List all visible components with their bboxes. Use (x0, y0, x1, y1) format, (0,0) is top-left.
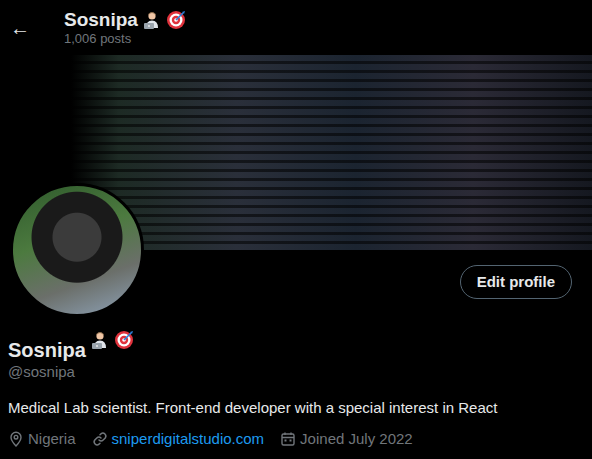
avatar-image[interactable] (10, 183, 144, 317)
target-icon (114, 330, 134, 350)
link-icon (92, 431, 108, 447)
handle: @sosnipa (8, 362, 584, 382)
meta-text: Nigeria (28, 429, 76, 449)
meta-link[interactable]: sniperdigitalstudio.com (92, 429, 265, 449)
bio: Medical Lab scientist. Front-end develop… (8, 398, 584, 418)
post-count: 1,006 posts (64, 31, 186, 47)
meta-location: Nigeria (8, 429, 76, 449)
display-name: Sosnipa (8, 338, 86, 362)
meta-text: Joined July 2022 (300, 429, 413, 449)
edit-profile-button[interactable]: Edit profile (460, 265, 572, 299)
calendar-icon (280, 431, 296, 447)
technologist-icon (90, 330, 110, 350)
header-name: Sosnipa (64, 8, 138, 31)
profile-meta: Nigeria sniperdigitalstudio.com Joined Jul… (8, 429, 584, 449)
target-icon (166, 10, 186, 30)
profile-header: ← Sosnipa 1,006 posts (0, 0, 592, 55)
location-icon (8, 431, 24, 447)
back-button[interactable]: ← (10, 18, 32, 38)
meta-text[interactable]: sniperdigitalstudio.com (112, 429, 265, 449)
technologist-icon (142, 10, 162, 30)
meta-joined: Joined July 2022 (280, 429, 413, 449)
